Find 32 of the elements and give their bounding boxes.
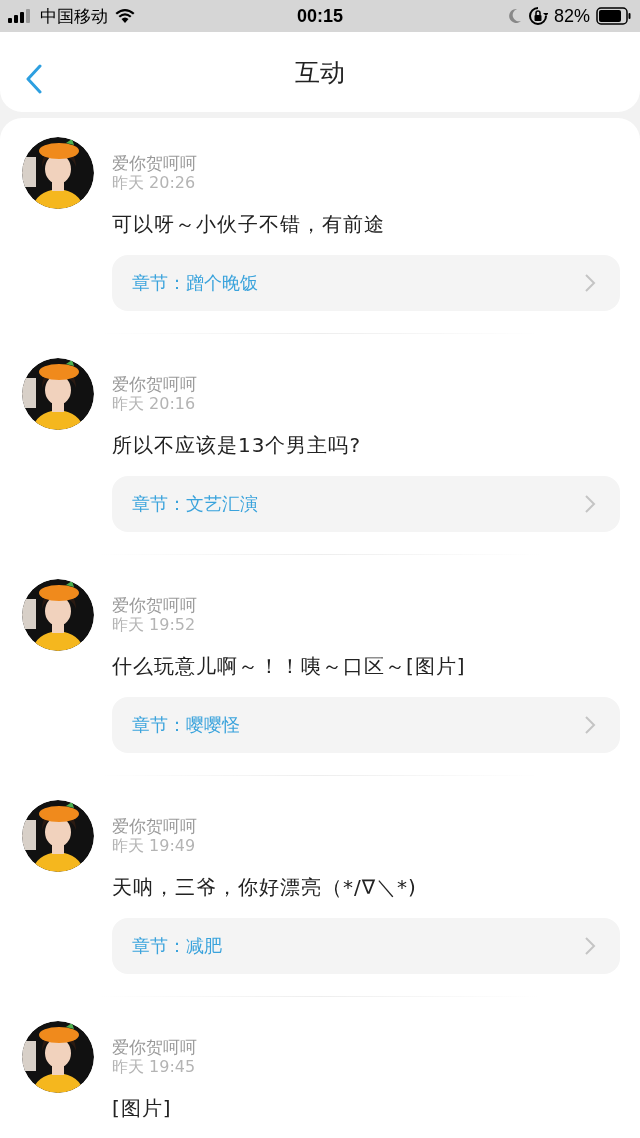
comment-text: 所以不应该是13个男主吗? <box>112 432 362 459</box>
wifi-icon <box>114 8 136 24</box>
chevron-icon <box>584 273 596 293</box>
chapter-link[interactable]: 章节：减肥 <box>112 918 620 974</box>
comment-text: 天呐，三爷，你好漂亮（*/∇＼*) <box>112 874 417 901</box>
comment-time: 昨天 19:45 <box>112 1057 196 1077</box>
comment-time: 昨天 20:26 <box>112 173 196 193</box>
moon-icon <box>508 8 522 24</box>
clock-time: 00:15 <box>297 5 344 27</box>
battery-icon <box>596 7 632 25</box>
user-name: 爱你贺呵呵 <box>112 595 197 615</box>
battery-percent: 82% <box>554 5 590 27</box>
chevron-icon <box>584 936 596 956</box>
chevron-icon <box>584 494 596 514</box>
rotation-lock-icon <box>528 6 548 26</box>
carrier-name: 中国移动 <box>40 4 108 28</box>
user-name: 爱你贺呵呵 <box>112 374 197 394</box>
chevron-icon <box>584 715 596 735</box>
page-title: 互动 <box>295 56 345 89</box>
chapter-link[interactable]: 章节：蹭个晚饭 <box>112 255 620 311</box>
comment-time: 昨天 19:52 <box>112 615 196 635</box>
comment-text: 可以呀～小伙子不错，有前途 <box>112 211 385 238</box>
user-name: 爱你贺呵呵 <box>112 816 197 836</box>
comment-text: [图片] <box>112 1095 172 1122</box>
user-name: 爱你贺呵呵 <box>112 153 197 173</box>
user-name: 爱你贺呵呵 <box>112 1037 197 1057</box>
comment-time: 昨天 19:49 <box>112 836 196 856</box>
back-icon[interactable] <box>24 64 44 94</box>
chapter-link[interactable]: 章节：嘤嘤怪 <box>112 697 620 753</box>
chapter-link[interactable]: 章节：文艺汇演 <box>112 476 620 532</box>
comment-text: 什么玩意儿啊～！！咦～口区～[图片] <box>112 653 466 680</box>
comment-time: 昨天 20:16 <box>112 394 196 414</box>
